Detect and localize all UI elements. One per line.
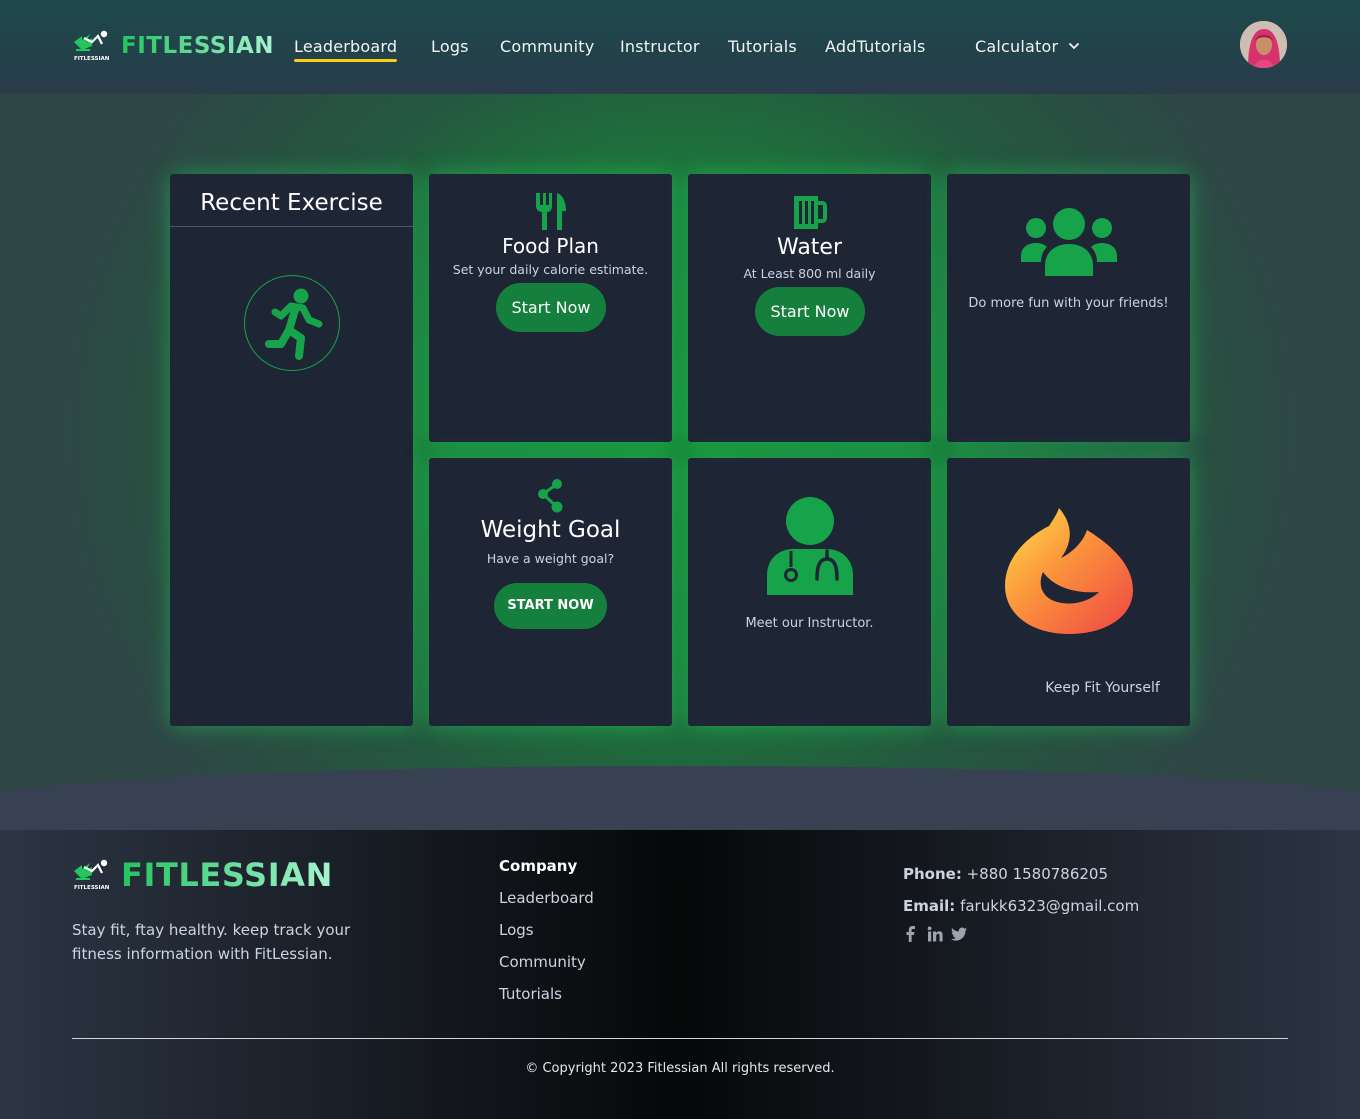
nav-logs[interactable]: Logs — [431, 37, 469, 56]
fork-knife-icon — [536, 193, 566, 230]
doctor-icon — [767, 497, 853, 595]
food-plan-subtitle: Set your daily calorie estimate. — [452, 262, 649, 277]
instructor-subtitle: Meet our Instructor. — [745, 616, 874, 631]
mug-icon — [794, 196, 827, 229]
water-start-button[interactable]: Start Now — [755, 287, 865, 336]
keep-fit-subtitle: Keep Fit Yourself — [1045, 680, 1160, 696]
facebook-icon[interactable] — [903, 926, 919, 942]
instructor-card: Meet our Instructor. — [688, 458, 931, 726]
footer-link-tutorials[interactable]: Tutorials — [499, 985, 562, 1003]
footer-divider — [72, 1038, 1288, 1039]
user-avatar[interactable] — [1240, 21, 1287, 68]
chevron-down-icon[interactable] — [1068, 40, 1080, 52]
footer-phone: Phone: +880 1580786205 — [903, 865, 1108, 883]
weight-goal-card: Weight Goal Have a weight goal? START NO… — [429, 458, 672, 726]
footer-company-heading: Company — [499, 857, 578, 875]
logo-tiny-text: FITLESSIAN — [74, 56, 110, 62]
recent-exercise-card: Recent Exercise — [170, 174, 413, 726]
footer-link-leaderboard[interactable]: Leaderboard — [499, 889, 594, 907]
brand-name: FITLESSIAN — [121, 33, 275, 59]
top-navbar: FITLESSIAN FITLESSIAN Leaderboard Logs C… — [0, 0, 1360, 94]
footer-copyright: © Copyright 2023 Fitlessian All rights r… — [525, 1061, 835, 1076]
footer-phone-value: +880 1580786205 — [966, 865, 1109, 883]
food-plan-start-button[interactable]: Start Now — [496, 283, 606, 332]
recent-exercise-title: Recent Exercise — [170, 174, 413, 227]
footer-email-value[interactable]: farukk6323@gmail.com — [960, 897, 1139, 915]
friends-subtitle: Do more fun with your friends! — [968, 296, 1169, 311]
nav-community[interactable]: Community — [500, 37, 594, 56]
footer-logo-tiny-text: FITLESSIAN — [74, 885, 110, 891]
nav-leaderboard[interactable]: Leaderboard — [294, 37, 398, 62]
running-person-icon — [244, 275, 340, 371]
footer-link-community[interactable]: Community — [499, 953, 586, 971]
twitter-icon[interactable] — [951, 926, 967, 942]
brand-logo[interactable]: FITLESSIAN FITLESSIAN — [72, 28, 274, 64]
food-plan-card: Food Plan Set your daily calorie estimat… — [429, 174, 672, 442]
footer-link-logs[interactable]: Logs — [499, 921, 534, 939]
flame-icon — [1005, 508, 1133, 634]
keep-fit-card: Keep Fit Yourself — [947, 458, 1190, 726]
food-plan-title: Food Plan — [502, 234, 599, 258]
users-icon — [1021, 208, 1117, 276]
footer-logo-mark-icon: FITLESSIAN — [74, 859, 110, 891]
weight-goal-start-button[interactable]: START NOW — [494, 583, 607, 629]
nav-addtutorials[interactable]: AddTutorials — [825, 37, 926, 56]
water-title: Water — [776, 235, 843, 260]
footer-brand-name: FITLESSIAN — [121, 856, 333, 894]
footer-phone-label: Phone: — [903, 865, 962, 883]
footer-email-label: Email: — [903, 897, 956, 915]
weight-goal-title: Weight Goal — [480, 517, 621, 543]
footer-tagline: Stay fit, ftay healthy. keep track your … — [72, 921, 351, 963]
nav-calculator[interactable]: Calculator — [975, 37, 1058, 56]
nav-instructor[interactable]: Instructor — [620, 37, 700, 56]
footer-email: Email: farukk6323@gmail.com — [903, 897, 1139, 915]
weight-goal-subtitle: Have a weight goal? — [486, 551, 615, 566]
water-subtitle: At Least 800 ml daily — [743, 266, 876, 281]
footer-brand[interactable]: FITLESSIAN FITLESSIAN — [72, 856, 333, 894]
linkedin-icon[interactable] — [927, 926, 943, 942]
node-share-icon — [538, 479, 563, 513]
friends-card: Do more fun with your friends! — [947, 174, 1190, 442]
water-card: Water At Least 800 ml daily Start Now — [688, 174, 931, 442]
nav-tutorials[interactable]: Tutorials — [728, 37, 797, 56]
logo-mark-icon: FITLESSIAN — [72, 28, 112, 64]
